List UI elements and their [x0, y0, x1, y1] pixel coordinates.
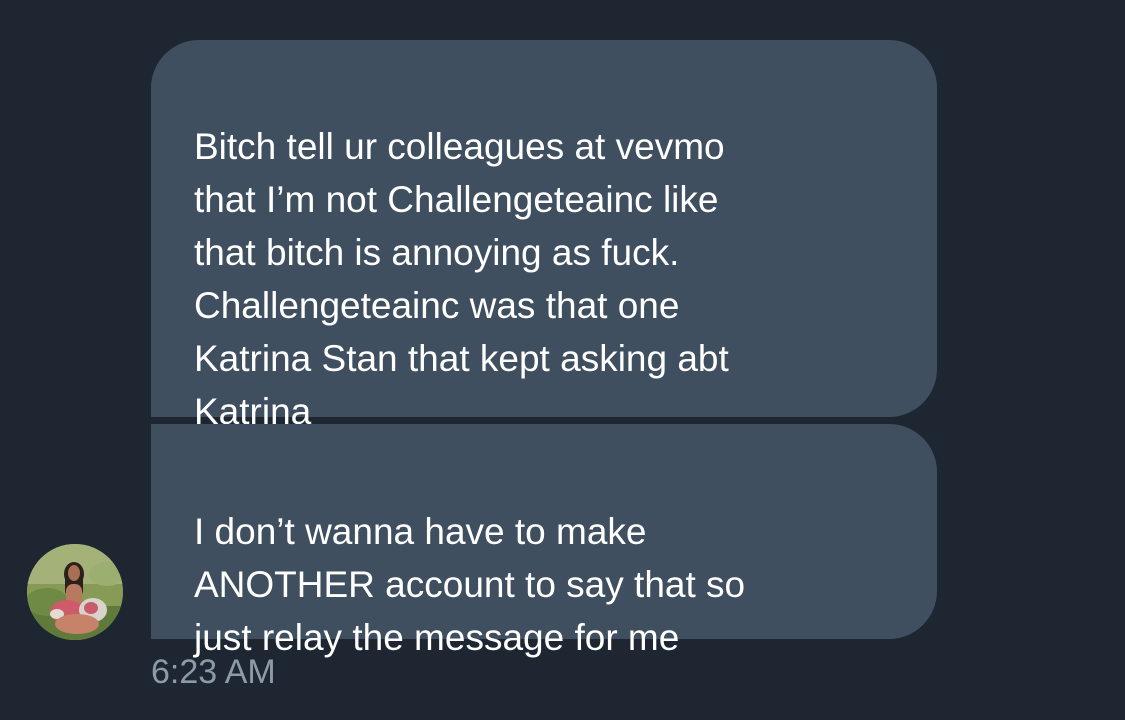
message-timestamp: 6:23 AM — [151, 653, 276, 691]
avatar[interactable] — [27, 544, 123, 640]
message-thread: Bitch tell ur colleagues at vevmo that I… — [0, 0, 1125, 720]
message-bubble[interactable]: Bitch tell ur colleagues at vevmo that I… — [151, 40, 937, 432]
message-bubble[interactable]: I don’t wanna have to make ANOTHER accou… — [151, 424, 937, 658]
avatar-image — [27, 544, 123, 640]
message-text: Bitch tell ur colleagues at vevmo that I… — [194, 126, 729, 432]
message-text: I don’t wanna have to make ANOTHER accou… — [194, 511, 746, 658]
